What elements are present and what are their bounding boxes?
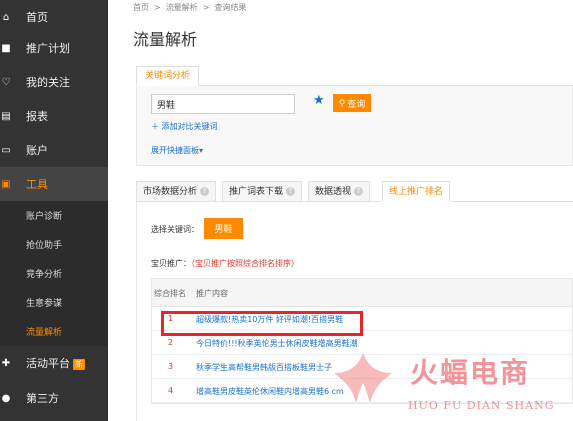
- sidebar-item-account[interactable]: ▭ 账户: [0, 133, 108, 167]
- search-icon: ⚲: [338, 97, 346, 108]
- cube-icon: ●: [1, 392, 11, 404]
- sidebar: ⌂ 首页 ■ 推广计划 ♡ 我的关注 ▤ 报表 ▭ 账户 ▣ 工具 账户诊断 抢…: [0, 0, 108, 421]
- keyword-search-input[interactable]: [151, 94, 295, 114]
- sidebar-subitem-label: 抢位助手: [26, 241, 63, 251]
- promo-label: 宝贝推广：（宝贝推广按照综合排名排序）: [151, 258, 299, 269]
- heart-icon: ♡: [1, 76, 11, 88]
- sidebar-item-label: 推广计划: [26, 42, 70, 55]
- gift-icon: ✚: [1, 357, 11, 369]
- breadcrumb-traffic[interactable]: 流量解析: [166, 3, 198, 12]
- table-header: 综合排名 推广内容: [152, 279, 572, 307]
- sidebar-item-label: 我的关注: [26, 76, 70, 89]
- sidebar-subitem-rank-helper[interactable]: 抢位助手: [0, 230, 108, 259]
- row-ad-link[interactable]: 今日特价!!!秋季英伦男士休闲皮鞋增高男鞋潮: [196, 338, 358, 349]
- sidebar-subitem-business-advisor[interactable]: 生意参谋: [0, 288, 108, 317]
- new-badge: 新: [73, 359, 85, 370]
- sidebar-item-label: 活动平台新: [26, 357, 85, 370]
- star-icon[interactable]: ★: [313, 93, 325, 108]
- page-title: 流量解析: [133, 30, 198, 49]
- tab-label: 推广词表下载: [229, 187, 284, 197]
- sidebar-item-label: 账户: [26, 144, 48, 157]
- keyword-tab-bar: 关键词分析: [136, 66, 573, 86]
- row-rank: 2: [168, 338, 174, 347]
- tab-label: 数据透视: [315, 187, 352, 197]
- help-icon[interactable]: ?: [200, 187, 210, 196]
- sidebar-item-home[interactable]: ⌂ 首页: [0, 0, 108, 34]
- sidebar-item-label: 工具: [26, 178, 48, 191]
- header-rank: 综合排名: [154, 289, 186, 298]
- expand-panel-label: 展开快捷面板: [151, 146, 199, 155]
- sidebar-subitem-diagnosis[interactable]: 账户诊断: [0, 201, 108, 230]
- data-tab-bar: 市场数据分析? 推广词表下载? 数据透视? 线上推广排名: [136, 181, 573, 202]
- sidebar-item-label: 第三方: [26, 392, 59, 405]
- toolbox-icon: ▣: [1, 178, 11, 190]
- breadcrumb: 首页 > 流量解析 > 查询结果: [133, 2, 246, 13]
- row-rank: 4: [168, 386, 174, 395]
- keyword-chip[interactable]: 男鞋: [204, 218, 243, 239]
- expand-quick-panel-link[interactable]: 展开快捷面板▾: [151, 145, 203, 156]
- highlight-box: [161, 311, 363, 336]
- card-icon: ▭: [1, 144, 11, 156]
- add-compare-keyword-link[interactable]: ＋ 添加对比关键词: [151, 121, 218, 132]
- header-content: 推广内容: [196, 289, 228, 298]
- sidebar-subitem-traffic-analysis[interactable]: 流量解析: [0, 317, 108, 346]
- sidebar-item-campaigns[interactable]: ■ 推广计划: [0, 31, 108, 65]
- sidebar-subitem-label: 流量解析: [26, 328, 63, 338]
- tab-online-ranking[interactable]: 线上推广排名: [382, 181, 451, 202]
- table-row: 3 秋季学生高帮鞋男韩版百搭板鞋男士子: [152, 355, 572, 379]
- breadcrumb-separator: >: [154, 3, 161, 12]
- sidebar-item-reports[interactable]: ▤ 报表: [0, 99, 108, 133]
- row-ad-link[interactable]: 增高鞋男皮鞋英伦休闲鞋内增高男鞋6 cm: [196, 386, 344, 397]
- ranking-table: 综合排名 推广内容 1 超级爆款!热卖10万件 好评如潮!百搭男鞋 2 今日特价…: [151, 278, 573, 404]
- main-content: 首页 > 流量解析 > 查询结果 流量解析 关键词分析 ★ ⚲查询 ＋ 添加对比关键词 …: [108, 0, 573, 421]
- breadcrumb-current: 查询结果: [214, 3, 247, 12]
- sidebar-subitem-label: 账户诊断: [26, 212, 63, 222]
- plus-icon: ＋: [151, 122, 162, 131]
- sidebar-item-label: 首页: [26, 11, 48, 24]
- select-keyword-label: 选择关键词：: [151, 225, 199, 234]
- home-icon: ⌂: [2, 11, 10, 23]
- tab-data-pivot[interactable]: 数据透视?: [308, 181, 371, 202]
- tab-label: 市场数据分析: [143, 187, 198, 197]
- promo-label-text: 宝贝推广：: [151, 259, 191, 268]
- tab-label: 线上推广排名: [389, 187, 444, 197]
- sidebar-item-favorites[interactable]: ♡ 我的关注: [0, 65, 108, 99]
- promo-note: （宝贝推广按照综合排名排序）: [191, 259, 299, 268]
- caret-down-icon: ▾: [199, 146, 204, 155]
- help-icon[interactable]: ?: [354, 187, 364, 196]
- sidebar-item-label: 报表: [26, 110, 48, 123]
- row-rank: 3: [168, 362, 174, 371]
- tab-keyword-download[interactable]: 推广词表下载?: [222, 181, 303, 202]
- sidebar-subitem-competition[interactable]: 竞争分析: [0, 259, 108, 288]
- report-icon: ▤: [1, 110, 11, 122]
- breadcrumb-separator: >: [202, 3, 210, 12]
- query-button-label: 查询: [347, 98, 366, 109]
- sidebar-item-activity[interactable]: ✚ 活动平台新: [0, 346, 108, 380]
- help-icon[interactable]: ?: [286, 187, 296, 196]
- tab-keyword-analysis[interactable]: 关键词分析: [136, 66, 200, 86]
- query-button[interactable]: ⚲ 查询: [333, 94, 371, 112]
- add-compare-label: 添加对比关键词: [161, 122, 218, 131]
- row-ad-link[interactable]: 秋季学生高帮鞋男韩版百搭板鞋男士子: [196, 362, 332, 373]
- sidebar-item-third-party[interactable]: ● 第三方: [0, 381, 108, 415]
- sidebar-subitem-label: 生意参谋: [26, 299, 63, 309]
- tab-market-data[interactable]: 市场数据分析?: [136, 181, 217, 202]
- sidebar-subitem-label: 竞争分析: [26, 270, 63, 280]
- sidebar-item-tools[interactable]: ▣ 工具: [0, 167, 108, 201]
- breadcrumb-home[interactable]: 首页: [133, 3, 149, 12]
- search-panel: ★ ⚲查询 ＋ 添加对比关键词 展开快捷面板▾: [136, 86, 573, 166]
- briefcase-icon: ■: [1, 42, 11, 54]
- table-row: 4 增高鞋男皮鞋英伦休闲鞋内增高男鞋6 cm: [152, 379, 572, 403]
